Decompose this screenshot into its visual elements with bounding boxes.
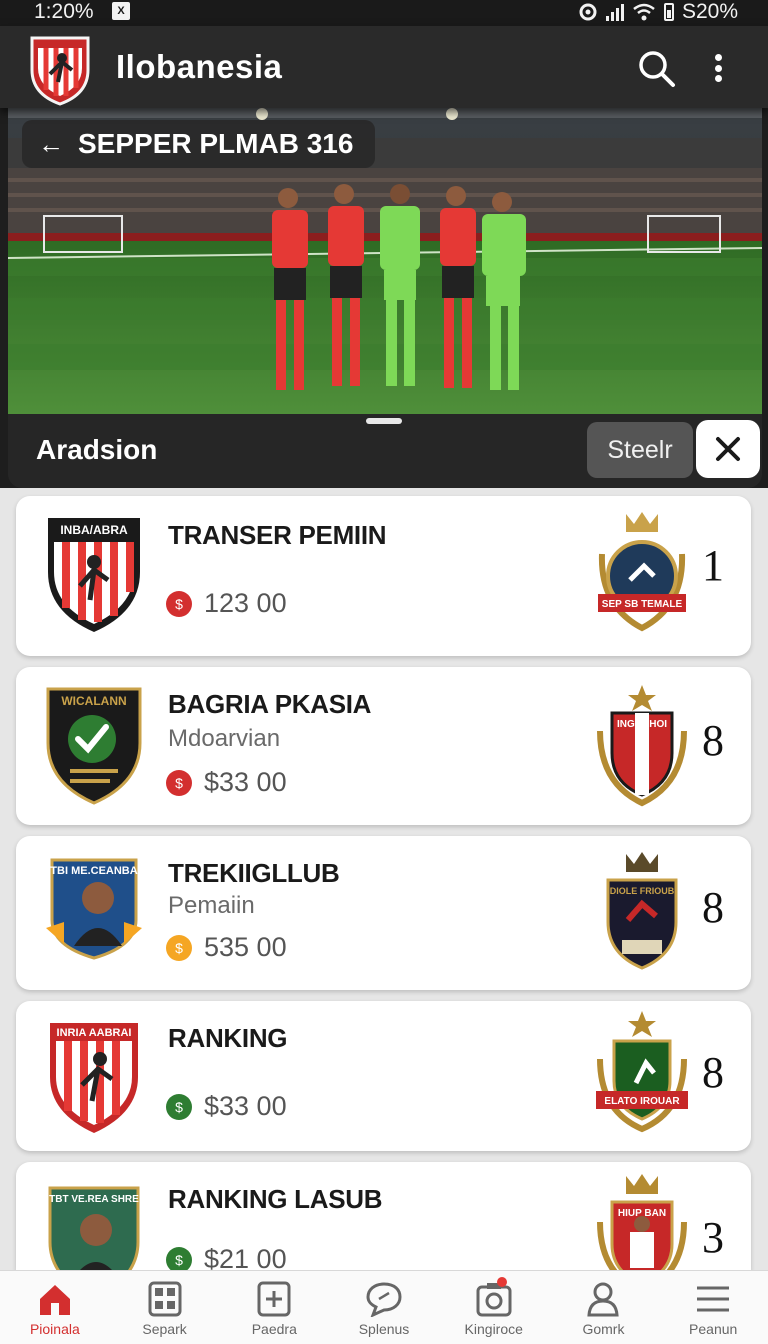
crest-text: SEP SB TEMALE — [602, 599, 683, 610]
coin-icon: $ — [166, 590, 192, 617]
status-bar: 1:20% X S20% — [0, 0, 768, 26]
price-value: $21 00 — [204, 1244, 287, 1270]
list-item[interactable]: INBA/ABRA TRANSER PEMIIN $ 123 00 SEP SB… — [16, 496, 751, 656]
card-name: BAGRIA PKASIA — [168, 689, 372, 719]
close-icon — [716, 437, 740, 461]
price-value: $33 00 — [204, 1091, 287, 1121]
wifi-icon — [633, 3, 655, 21]
nav-item-search[interactable]: Separk — [110, 1271, 220, 1344]
nav-item-messages[interactable]: Splenus — [329, 1271, 439, 1344]
crest-text: INGRAHOI — [617, 719, 667, 730]
price-value: 123 00 — [204, 588, 287, 618]
location-icon — [579, 3, 597, 21]
crest-text: DIOLE FRIOUB — [610, 886, 675, 896]
nav-label: Splenus — [358, 1321, 410, 1337]
rank-number: 8 — [702, 716, 724, 765]
more-options-icon[interactable] — [706, 48, 730, 88]
rank-number: 8 — [702, 883, 724, 932]
card-subtitle: Mdoarvian — [168, 725, 281, 752]
nav-item-add[interactable]: Paedra — [219, 1271, 329, 1344]
badge-text: INRIA AABRAI — [57, 1027, 132, 1039]
nav-label: Separk — [142, 1321, 187, 1337]
list-item[interactable]: TBI ME.CEANBA TREKIIGLLUB Pemaiin $ 535 … — [16, 836, 751, 990]
nav-label: Kingiroce — [464, 1321, 523, 1337]
badge-text: WICALANN — [61, 694, 126, 708]
grid-icon — [148, 1281, 182, 1317]
nav-item-menu[interactable]: Peanun — [658, 1271, 768, 1344]
battery-icon — [663, 3, 674, 21]
rank-number: 8 — [702, 1048, 724, 1097]
club-badge-icon: TBI ME.CEANBA — [46, 858, 142, 960]
menu-icon — [697, 1286, 730, 1312]
card-name: RANKING — [168, 1023, 288, 1053]
notification-icon: X — [112, 2, 130, 20]
camera-icon — [476, 1283, 512, 1317]
price-row: $ $33 00 — [166, 767, 287, 798]
arrow-left-icon: ← — [38, 128, 64, 159]
badge-text: TBT VE.REA SHRE — [49, 1194, 139, 1205]
sheet-title: Aradsion — [36, 434, 158, 465]
trophy-crest-icon: HIUP BAN — [597, 1174, 687, 1270]
price-row: $ $33 00 — [166, 1091, 287, 1122]
price-value: 535 00 — [204, 932, 287, 962]
status-time: 1:20% — [34, 0, 94, 23]
bottom-navigation: Pioinala Separk Paedra Splenus Kingiroce… — [0, 1270, 768, 1344]
coin-icon: $ — [166, 1246, 192, 1270]
select-button[interactable]: Steelr — [587, 422, 693, 478]
rank-number: 3 — [702, 1213, 724, 1262]
trophy-crest-icon: SEP SB TEMALE — [598, 512, 686, 632]
close-button[interactable] — [696, 420, 760, 478]
chat-icon — [366, 1282, 402, 1317]
signal-icon — [605, 3, 624, 21]
nav-label: Pioinala — [29, 1321, 80, 1337]
nav-item-profile[interactable]: Gomrk — [549, 1271, 659, 1344]
notification-dot — [496, 1277, 507, 1287]
hero-card: ← SEPPER PLMAB 316 Aradsion Steelr — [8, 108, 762, 488]
coin-icon: $ — [166, 1093, 192, 1120]
list-item[interactable]: TBT VE.REA SHRE RANKING LASUB $ $21 00 H… — [16, 1162, 751, 1270]
club-badge-icon: TBT VE.REA SHRE — [48, 1186, 140, 1270]
list-item[interactable]: WICALANN BAGRIA PKASIA Mdoarvian $ $33 0… — [16, 667, 751, 825]
badge-text: TBI ME.CEANBA — [50, 865, 137, 877]
club-badge-icon: INBA/ABRA — [48, 518, 140, 632]
nav-label: Gomrk — [582, 1321, 625, 1337]
add-box-icon — [257, 1281, 291, 1317]
nav-item-camera[interactable]: Kingiroce — [439, 1271, 549, 1344]
club-badge-icon: WICALANN — [46, 687, 142, 805]
price-row: $ 123 00 — [166, 588, 287, 619]
rank-number: 1 — [702, 541, 724, 590]
back-button[interactable]: ← SEPPER PLMAB 316 — [22, 120, 376, 168]
battery-level: S20% — [681, 0, 738, 23]
list-item[interactable]: INRIA AABRAI RANKING $ $33 00 ELATO IROU… — [16, 1001, 751, 1151]
badge-text: INBA/ABRA — [60, 523, 128, 537]
nav-label: Paedra — [251, 1321, 297, 1337]
card-name: TREKIIGLLUB — [168, 858, 340, 888]
nav-label: Peanun — [689, 1321, 738, 1337]
club-badge-icon: INRIA AABRAI — [50, 1023, 138, 1133]
coin-icon: $ — [166, 769, 192, 796]
card-subtitle: Pemaiin — [168, 892, 255, 919]
trophy-crest-icon: ELATO IROUAR — [596, 1011, 688, 1133]
card-name: RANKING LASUB — [168, 1184, 383, 1214]
price-row: $ $21 00 — [166, 1244, 287, 1270]
person-icon — [587, 1282, 620, 1317]
crest-text: ELATO IROUAR — [604, 1096, 680, 1107]
search-icon[interactable] — [636, 48, 676, 88]
price-value: $33 00 — [204, 767, 287, 797]
coin-icon: $ — [166, 934, 192, 961]
price-row: $ 535 00 — [166, 932, 287, 963]
trophy-crest-icon: INGRAHOI — [597, 685, 687, 807]
app-bar: Ilobanesia — [0, 26, 768, 108]
card-name: TRANSER PEMIIN — [168, 520, 387, 550]
drag-handle[interactable] — [366, 418, 402, 424]
back-button-label: SEPPER PLMAB 316 — [78, 128, 354, 159]
trophy-crest-icon: DIOLE FRIOUB — [606, 852, 678, 970]
crest-text: HIUP BAN — [618, 1208, 666, 1219]
nav-item-home[interactable]: Pioinala — [0, 1271, 110, 1344]
app-title: Ilobanesia — [116, 48, 283, 85]
home-icon — [39, 1285, 70, 1315]
app-logo-icon[interactable] — [28, 34, 92, 106]
